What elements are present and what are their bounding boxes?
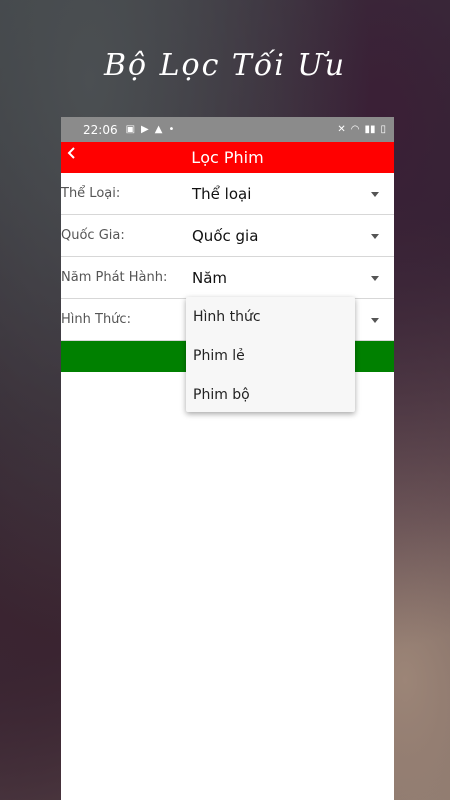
battery-icon: ▯	[380, 124, 386, 135]
wifi-icon: ◠	[350, 124, 360, 135]
dot-icon: •	[168, 124, 175, 135]
dropdown-option[interactable]: Hình thức	[186, 297, 355, 336]
promo-title: Bộ Lọc Tối Ưu	[103, 48, 347, 83]
back-icon[interactable]	[65, 146, 79, 160]
year-label: Năm Phát Hành:	[61, 270, 168, 285]
phone-screen: 22:06 ▣ ▶ ▲ • ✕ ◠ ▮▮ ▯ Lọc Phim Thể Loại…	[61, 117, 394, 800]
filter-row-genre[interactable]: Thể Loại: Thể loại	[61, 173, 394, 215]
format-label: Hình Thức:	[61, 312, 131, 327]
genre-label: Thể Loại:	[61, 186, 121, 201]
dropdown-arrow-icon[interactable]	[371, 275, 379, 281]
filter-row-year[interactable]: Năm Phát Hành: Năm	[61, 257, 394, 299]
status-bar: 22:06 ▣ ▶ ▲ • ✕ ◠ ▮▮ ▯	[61, 117, 394, 142]
genre-select-value[interactable]: Thể loại	[192, 185, 251, 203]
dropdown-option[interactable]: Phim bộ	[186, 375, 355, 414]
dropdown-arrow-icon[interactable]	[371, 317, 379, 323]
play-icon: ▶	[141, 124, 149, 135]
warning-icon: ▲	[154, 124, 163, 135]
dropdown-arrow-icon[interactable]	[371, 191, 379, 197]
mute-icon: ✕	[337, 124, 346, 135]
toolbar-title: Lọc Phim	[191, 148, 264, 167]
country-select-value[interactable]: Quốc gia	[192, 227, 258, 245]
signal-icon: ▮▮	[364, 124, 376, 135]
image-icon: ▣	[125, 124, 136, 135]
notification-icons: ▣ ▶ ▲ •	[126, 124, 175, 135]
year-select-value[interactable]: Năm	[192, 269, 227, 287]
format-dropdown-menu: Hình thức Phim lẻ Phim bộ	[186, 297, 355, 412]
toolbar: Lọc Phim	[61, 142, 394, 173]
system-icons: ✕ ◠ ▮▮ ▯	[337, 124, 386, 135]
filter-row-country[interactable]: Quốc Gia: Quốc gia	[61, 215, 394, 257]
dropdown-arrow-icon[interactable]	[371, 233, 379, 239]
status-time: 22:06	[83, 122, 118, 137]
dropdown-option[interactable]: Phim lẻ	[186, 336, 355, 375]
country-label: Quốc Gia:	[61, 228, 125, 243]
